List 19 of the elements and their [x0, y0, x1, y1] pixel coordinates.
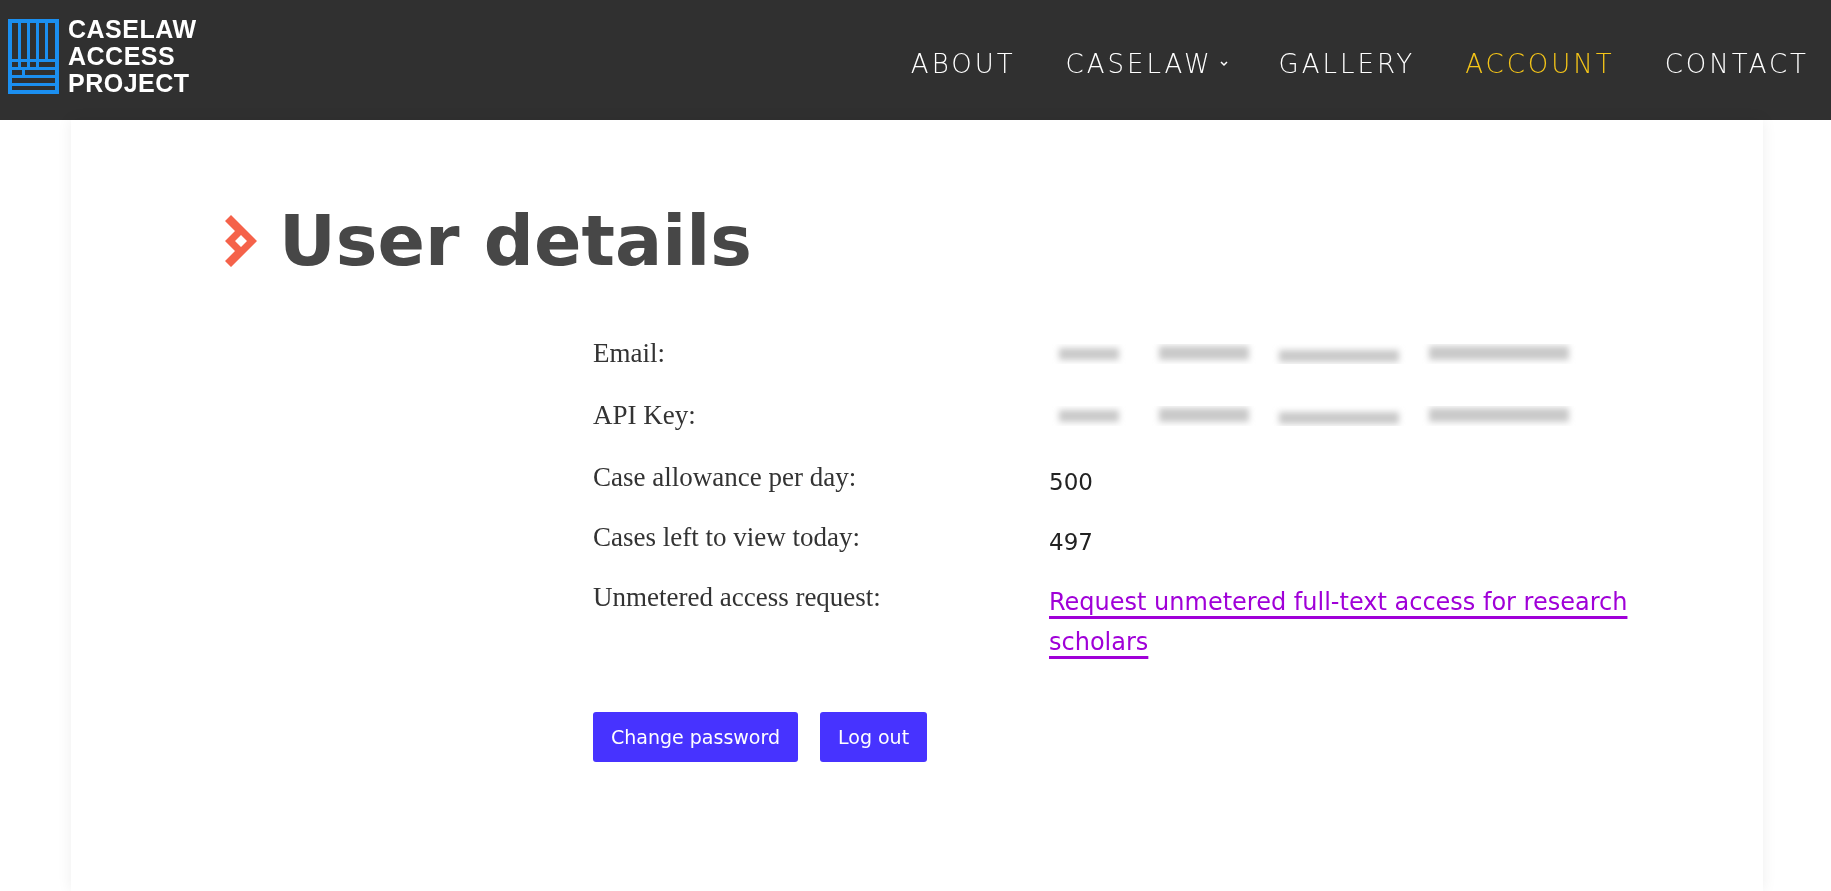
nav-link[interactable]: CONTACT: [1664, 49, 1809, 79]
field-label: Case allowance per day:: [593, 461, 858, 494]
action-button[interactable]: Change password: [593, 712, 798, 762]
nav-link[interactable]: ABOUT: [910, 49, 1016, 79]
logo-text[interactable]: CASELAW ACCESS PROJECT: [68, 15, 197, 97]
caret-icon: [1218, 60, 1229, 68]
logo-icon: [8, 18, 59, 94]
nav-link[interactable]: GALLERY: [1278, 49, 1416, 79]
field-value: 500: [1049, 469, 1093, 495]
page-title: User details: [279, 200, 752, 282]
nav-link[interactable]: ACCOUNT: [1465, 49, 1615, 79]
field-label: Cases left to view today:: [593, 521, 861, 554]
nav-link[interactable]: CASELAW: [1065, 49, 1229, 79]
field-label: Email:: [593, 337, 666, 370]
field-label: Unmetered access request:: [593, 581, 882, 614]
request-access-link[interactable]: Request unmetered full-text access for research scholars: [1049, 582, 1639, 662]
action-button[interactable]: Log out: [820, 712, 928, 762]
field-label: API Key:: [593, 399, 697, 432]
field-value: 497: [1049, 529, 1093, 555]
